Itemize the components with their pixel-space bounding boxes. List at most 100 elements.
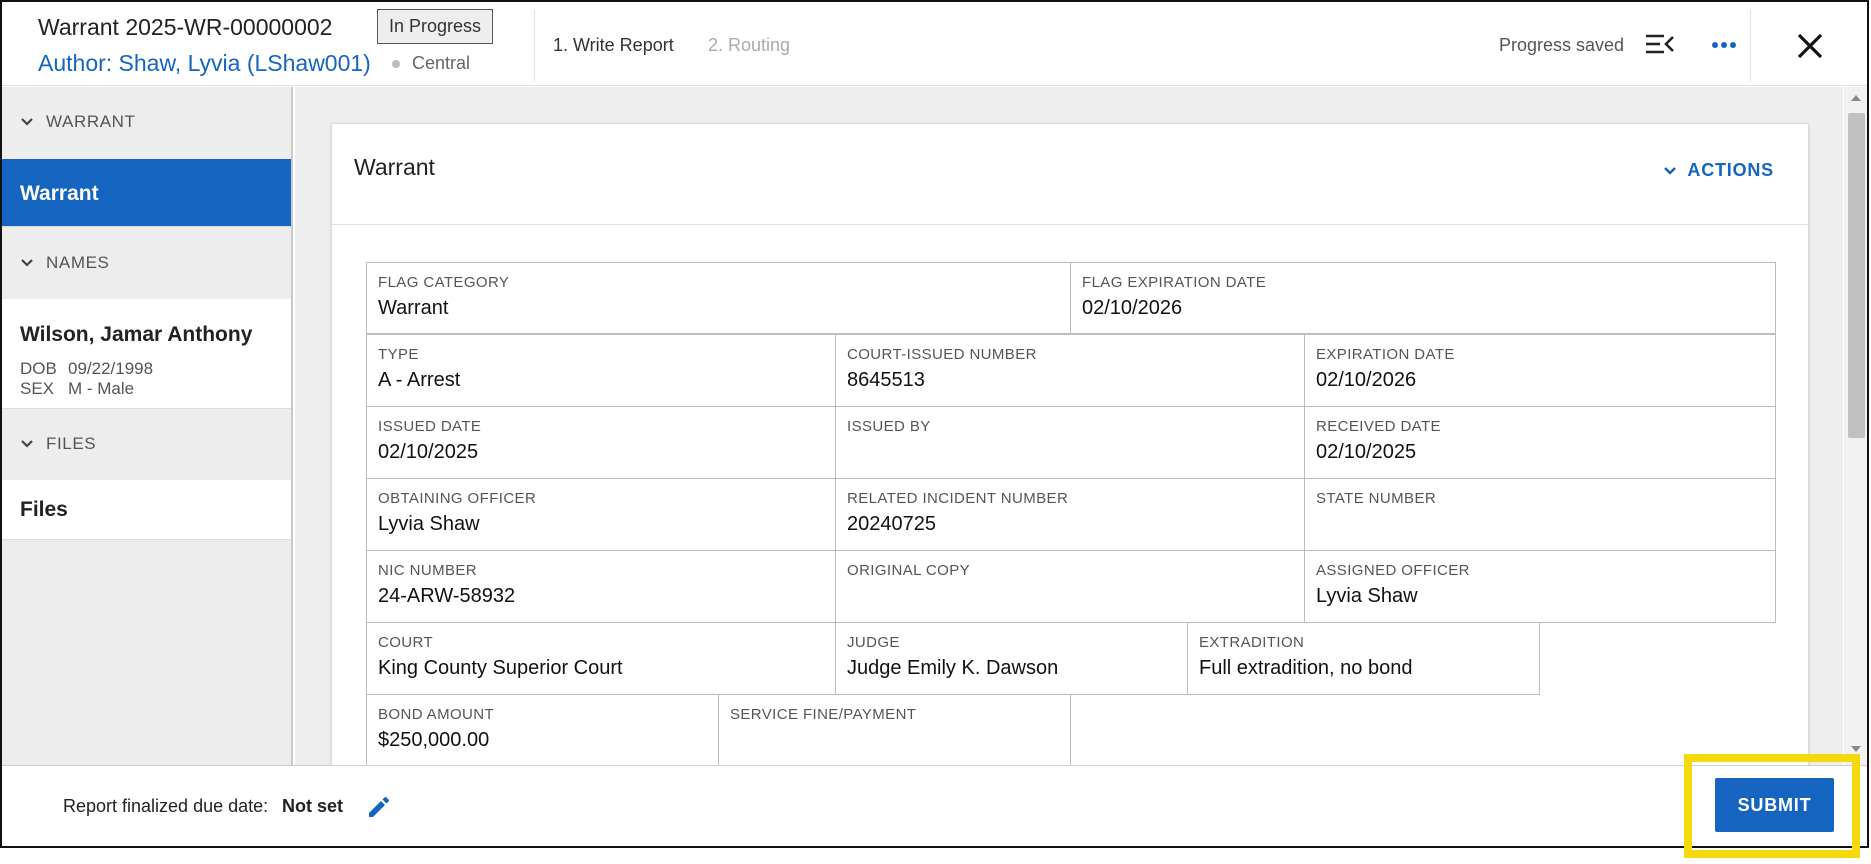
card-divider <box>332 224 1808 225</box>
field-expiration-date: EXPIRATION DATE 02/10/2026 <box>1304 334 1776 407</box>
field-state-number: STATE NUMBER <box>1304 478 1776 551</box>
field-value: Full extradition, no bond <box>1199 657 1413 679</box>
scroll-up-arrow-icon[interactable] <box>1851 95 1861 101</box>
due-date-value: Not set <box>282 796 344 816</box>
section-header-warrant[interactable]: WARRANT <box>2 87 293 157</box>
sidebar-item-person[interactable]: Wilson, Jamar Anthony DOB 09/22/1998 SEX M… <box>2 299 291 409</box>
field-label: TYPE <box>378 346 419 363</box>
section-header-files[interactable]: FILES <box>2 409 293 479</box>
field-flag-expiration-date: FLAG EXPIRATION DATE 02/10/2026 <box>1070 262 1776 334</box>
field-value: Warrant <box>378 297 449 319</box>
field-label: COURT <box>378 634 434 651</box>
field-value: Judge Emily K. Dawson <box>847 657 1059 679</box>
field-value: 02/10/2025 <box>1316 441 1417 463</box>
field-label: EXTRADITION <box>1199 634 1305 651</box>
field-assigned-officer: ASSIGNED OFFICER Lyvia Shaw <box>1304 550 1776 623</box>
field-received-date: RECEIVED DATE 02/10/2025 <box>1304 406 1776 479</box>
dob-label: DOB <box>20 359 57 378</box>
chevron-down-icon <box>21 440 33 448</box>
field-nic-number: NIC NUMBER 24-ARW-58932 <box>366 550 836 623</box>
field-value: 8645513 <box>847 369 925 391</box>
field-label: NIC NUMBER <box>378 562 478 579</box>
actions-button[interactable]: ACTIONS <box>1663 160 1774 181</box>
field-extradition: EXTRADITION Full extradition, no bond <box>1187 622 1540 695</box>
chevron-down-icon <box>21 118 33 126</box>
sex-label: SEX <box>20 379 55 398</box>
section-sidebar: WARRANT Warrant NAMES Wilson, Jamar Anth… <box>2 87 293 765</box>
sidebar-item-warrant[interactable]: Warrant <box>2 159 291 227</box>
field-service-fine-payment: SERVICE FINE/PAYMENT <box>718 694 1071 767</box>
report-header: Warrant 2025-WR-00000002 In Progress Aut… <box>2 2 1867 86</box>
progress-status: Progress saved <box>1499 35 1625 55</box>
scrollbar-thumb[interactable] <box>1848 113 1865 438</box>
field-label: ISSUED BY <box>847 418 931 435</box>
header-divider <box>534 10 535 82</box>
sidebar-item-label: Warrant <box>20 182 99 205</box>
status-badge: In Progress <box>377 9 493 44</box>
main-scrollbar[interactable] <box>1844 87 1867 765</box>
field-label: ASSIGNED OFFICER <box>1316 562 1470 579</box>
field-issued-date: ISSUED DATE 02/10/2025 <box>366 406 836 479</box>
field-related-incident-number: RELATED INCIDENT NUMBER 20240725 <box>835 478 1305 551</box>
person-sex: SEX M - Male <box>20 379 134 399</box>
field-value: 24-ARW-58932 <box>378 585 516 607</box>
report-footer: Report finalized due date: Not set <box>2 765 1867 846</box>
field-obtaining-officer: OBTAINING OFFICER Lyvia Shaw <box>366 478 836 551</box>
location-label: Central <box>412 53 471 73</box>
report-window: Warrant 2025-WR-00000002 In Progress Aut… <box>0 0 1869 848</box>
section-header-label: FILES <box>46 434 97 453</box>
due-date-label: Report finalized due date: <box>63 796 269 816</box>
chevron-down-icon <box>21 259 33 267</box>
header-divider <box>1750 10 1751 82</box>
field-label: BOND AMOUNT <box>378 706 495 723</box>
step-routing[interactable]: 2. Routing <box>708 35 790 56</box>
field-label: EXPIRATION DATE <box>1316 346 1455 363</box>
step-write-report[interactable]: 1. Write Report <box>553 35 674 56</box>
actions-label: ACTIONS <box>1687 160 1774 180</box>
field-value: 02/10/2026 <box>1316 369 1417 391</box>
field-value: Lyvia Shaw <box>1316 585 1418 607</box>
field-value: King County Superior Court <box>378 657 623 679</box>
field-value: 20240725 <box>847 513 936 535</box>
field-label: RELATED INCIDENT NUMBER <box>847 490 1069 507</box>
author-link[interactable]: Author: Shaw, Lyvia (LShaw001) <box>38 50 371 77</box>
field-flag-category: FLAG CATEGORY Warrant <box>366 262 1071 334</box>
field-court: COURT King County Superior Court <box>366 622 836 695</box>
field-label: FLAG CATEGORY <box>378 274 510 291</box>
pencil-icon[interactable] <box>364 793 392 821</box>
dob-value: 09/22/1998 <box>68 359 154 378</box>
card-title: Warrant <box>354 154 435 180</box>
field-label: ISSUED DATE <box>378 418 482 435</box>
field-value: $250,000.00 <box>378 729 490 751</box>
section-header-names[interactable]: NAMES <box>2 228 293 298</box>
section-header-label: NAMES <box>46 253 110 272</box>
scroll-down-arrow-icon[interactable] <box>1851 746 1861 752</box>
field-type: TYPE A - Arrest <box>366 334 836 407</box>
field-label: SERVICE FINE/PAYMENT <box>730 706 917 723</box>
field-value: 02/10/2026 <box>1082 297 1183 319</box>
field-label: ORIGINAL COPY <box>847 562 971 579</box>
field-judge: JUDGE Judge Emily K. Dawson <box>835 622 1188 695</box>
field-court-issued-number: COURT-ISSUED NUMBER 8645513 <box>835 334 1305 407</box>
submit-button[interactable]: SUBMIT <box>1715 778 1834 832</box>
more-horizontal-icon[interactable] <box>1707 30 1741 58</box>
field-value: 02/10/2025 <box>378 441 479 463</box>
collapse-menu-icon[interactable] <box>1642 30 1676 58</box>
field-original-copy: ORIGINAL COPY <box>835 550 1305 623</box>
sidebar-item-label: Files <box>20 498 68 521</box>
close-icon[interactable] <box>1790 26 1830 66</box>
section-header-label: WARRANT <box>46 112 136 131</box>
person-name: Wilson, Jamar Anthony <box>20 323 253 346</box>
sidebar-item-files[interactable]: Files <box>2 480 291 540</box>
separator-dot <box>392 60 400 68</box>
field-label: FLAG EXPIRATION DATE <box>1082 274 1267 291</box>
field-bond-amount: BOND AMOUNT $250,000.00 <box>366 694 719 767</box>
field-label: OBTAINING OFFICER <box>378 490 537 507</box>
chevron-down-icon <box>1664 166 1677 175</box>
field-label: RECEIVED DATE <box>1316 418 1441 435</box>
field-value: A - Arrest <box>378 369 461 391</box>
field-label: JUDGE <box>847 634 900 651</box>
warrant-card: Warrant ACTIONS FLAG CATEGORY Warrant FL… <box>331 123 1809 823</box>
person-dob: DOB 09/22/1998 <box>20 359 153 379</box>
field-issued-by: ISSUED BY <box>835 406 1305 479</box>
